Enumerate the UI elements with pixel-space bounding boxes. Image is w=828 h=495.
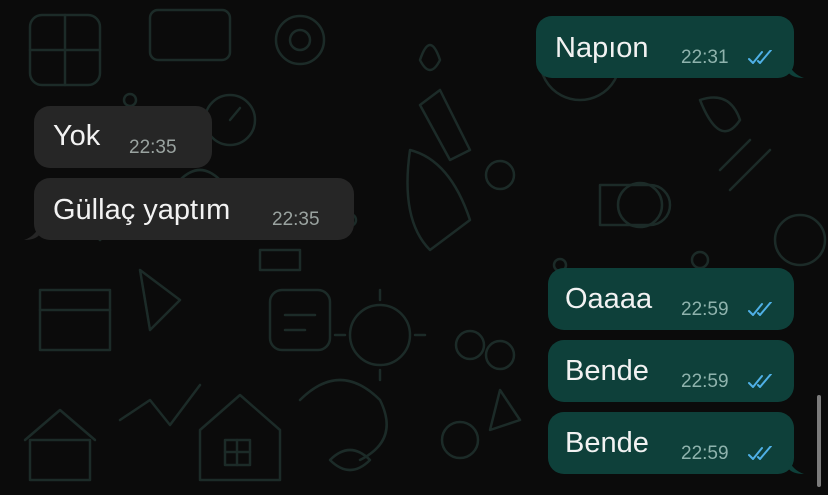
incoming-message[interactable]: Yok 22:35 bbox=[34, 106, 212, 168]
message-time: 22:31 bbox=[681, 47, 729, 68]
message-text: Güllaç yaptım bbox=[53, 194, 231, 226]
message-text: Yok bbox=[53, 120, 101, 152]
message-time: 22:59 bbox=[681, 299, 729, 320]
message-time: 22:35 bbox=[272, 209, 320, 230]
outgoing-message[interactable]: Napıon 22:31 bbox=[536, 16, 794, 78]
message-text: Napıon bbox=[555, 32, 649, 64]
outgoing-message[interactable]: Bende 22:59 bbox=[548, 340, 794, 402]
double-check-read-icon bbox=[748, 446, 772, 460]
bubble-tail bbox=[24, 224, 40, 240]
message-time: 22:59 bbox=[681, 371, 729, 392]
double-check-read-icon bbox=[748, 50, 772, 64]
scrollbar[interactable] bbox=[817, 395, 821, 487]
message-text: Bende bbox=[565, 427, 649, 459]
outgoing-message[interactable]: Bende 22:59 bbox=[548, 412, 794, 474]
bubble-tail bbox=[788, 62, 804, 78]
double-check-read-icon bbox=[748, 302, 772, 316]
message-time: 22:35 bbox=[129, 137, 177, 158]
message-time: 22:59 bbox=[681, 443, 729, 464]
bubble-tail bbox=[788, 458, 804, 474]
outgoing-message[interactable]: Oaaaa 22:59 bbox=[548, 268, 794, 330]
message-text: Oaaaa bbox=[565, 283, 653, 315]
incoming-message[interactable]: Güllaç yaptım 22:35 bbox=[34, 178, 354, 240]
double-check-read-icon bbox=[748, 374, 772, 388]
message-text: Bende bbox=[565, 355, 649, 387]
